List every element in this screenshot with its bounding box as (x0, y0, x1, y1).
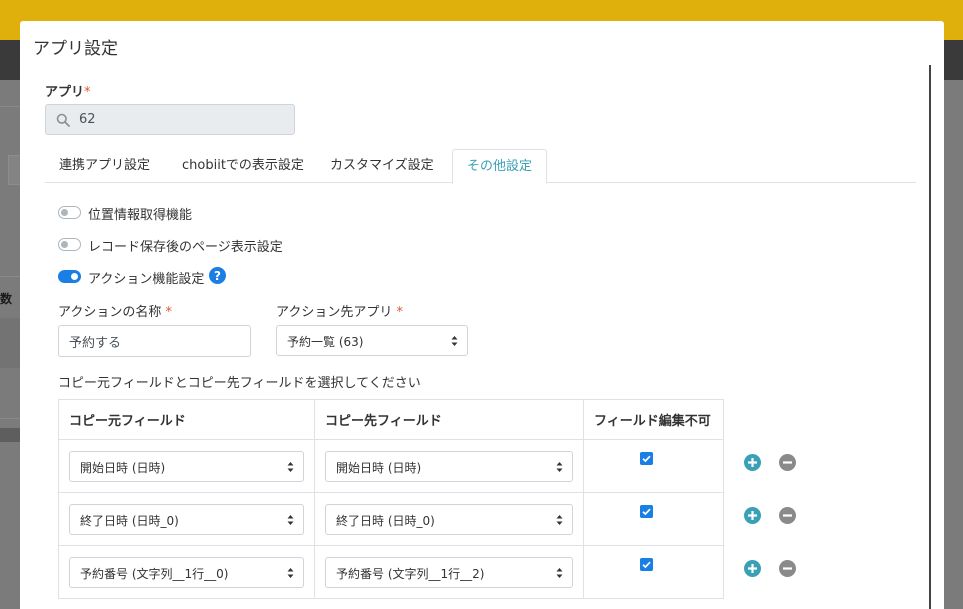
select-arrows-icon (556, 567, 563, 578)
table-row: 予約番号 (文字列__1行__0) 予約番号 (文字列__1行__2) (58, 545, 724, 599)
select-arrows-icon (287, 514, 294, 525)
source-field-selected: 終了日時 (日時_0) (80, 513, 179, 528)
source-cell: 終了日時 (日時_0) (58, 492, 315, 546)
row-actions (744, 507, 796, 525)
after-save-page-toggle-label: レコード保存後のページ表示設定 (88, 240, 283, 255)
action-target-label: アクション先アプリ * (276, 301, 403, 320)
locked-cell (583, 439, 724, 493)
field-mapping-instruction: コピー元フィールドとコピー先フィールドを選択してください (58, 376, 421, 391)
action-feature-toggle-label: アクション機能設定 (88, 272, 205, 287)
remove-circle-icon[interactable] (779, 454, 796, 471)
background-row (0, 318, 20, 368)
select-arrows-icon (287, 567, 294, 578)
action-name-label-text: アクションの名称 (58, 305, 162, 320)
location-toggle-label: 位置情報取得機能 (88, 208, 193, 223)
column-header-dest: コピー先フィールド (314, 399, 584, 440)
dest-field-selected: 予約番号 (文字列__1行__2) (336, 566, 485, 581)
add-circle-icon[interactable] (744, 507, 761, 524)
column-header-locked: フィールド編集不可 (583, 399, 724, 440)
source-field-select[interactable]: 終了日時 (日時_0) (69, 503, 304, 535)
select-arrows-icon (287, 461, 294, 472)
background-divider (0, 106, 20, 107)
action-target-label-text: アクション先アプリ (276, 305, 393, 320)
modal-title: アプリ設定 (33, 39, 118, 59)
dest-field-selected: 終了日時 (日時_0) (336, 513, 435, 528)
tab-linked-app[interactable]: 連携アプリ設定 (45, 149, 164, 183)
background-divider (0, 276, 20, 277)
action-target-select[interactable]: 予約一覧 (63) (276, 325, 468, 356)
dest-cell: 予約番号 (文字列__1行__2) (314, 545, 584, 599)
remove-circle-icon[interactable] (779, 507, 796, 524)
app-search-value: 62 (79, 112, 96, 127)
search-icon (56, 113, 70, 127)
source-field-select[interactable]: 開始日時 (日時) (69, 450, 304, 482)
action-name-label: アクションの名称 * (58, 301, 172, 320)
column-header-source: コピー元フィールド (58, 399, 315, 440)
app-search-input[interactable]: 62 (45, 104, 295, 135)
select-arrows-icon (451, 336, 458, 346)
app-settings-modal: アプリ設定 アプリ* 62 連携アプリ設定 chobiitでの表示設定 カスタマ… (20, 21, 944, 609)
action-name-input[interactable] (58, 325, 251, 357)
after-save-page-toggle[interactable] (58, 238, 81, 251)
toggle-knob (71, 273, 78, 280)
add-circle-icon[interactable] (744, 454, 761, 471)
select-arrows-icon (556, 461, 563, 472)
source-field-selected: 予約番号 (文字列__1行__0) (80, 566, 229, 581)
dest-cell: 開始日時 (日時) (314, 439, 584, 493)
locked-cell (583, 492, 724, 546)
background-row (0, 428, 20, 442)
required-mark: * (165, 305, 173, 320)
required-mark: * (84, 85, 91, 100)
required-mark: * (396, 305, 404, 320)
background-right (944, 80, 963, 609)
tab-other-settings[interactable]: その他設定 (452, 149, 548, 184)
dest-field-select[interactable]: 終了日時 (日時_0) (325, 503, 573, 535)
help-icon[interactable]: ? (209, 267, 226, 284)
table-row: 終了日時 (日時_0) 終了日時 (日時_0) (58, 492, 724, 546)
tab-chobiit-display[interactable]: chobiitでの表示設定 (168, 149, 318, 183)
check-icon[interactable] (640, 558, 653, 571)
action-feature-toggle[interactable] (58, 270, 81, 283)
modal-scrollbar[interactable] (929, 65, 931, 609)
toggle-knob (61, 209, 68, 216)
location-toggle[interactable] (58, 206, 81, 219)
field-mapping-table: コピー元フィールド コピー先フィールド フィールド編集不可 開始日時 (日時) … (58, 399, 724, 599)
dest-field-select[interactable]: 予約番号 (文字列__1行__2) (325, 556, 573, 588)
source-field-selected: 開始日時 (日時) (80, 460, 166, 475)
dest-field-selected: 開始日時 (日時) (336, 460, 422, 475)
add-circle-icon[interactable] (744, 560, 761, 577)
check-icon[interactable] (640, 505, 653, 518)
background-divider (0, 418, 20, 419)
table-header-row: コピー元フィールド コピー先フィールド フィールド編集不可 (58, 399, 724, 440)
tab-customize[interactable]: カスタマイズ設定 (316, 149, 448, 183)
toggle-knob (61, 241, 68, 248)
table-row: 開始日時 (日時) 開始日時 (日時) (58, 439, 724, 493)
background-column-header: 数 (0, 292, 13, 306)
app-field-label: アプリ* (45, 81, 91, 100)
select-arrows-icon (556, 514, 563, 525)
svg-text:?: ? (214, 269, 221, 283)
dest-cell: 終了日時 (日時_0) (314, 492, 584, 546)
source-cell: 開始日時 (日時) (58, 439, 315, 493)
row-actions (744, 560, 796, 578)
settings-tabs: 連携アプリ設定 chobiitでの表示設定 カスタマイズ設定 その他設定 (45, 149, 916, 184)
source-cell: 予約番号 (文字列__1行__0) (58, 545, 315, 599)
locked-cell (583, 545, 724, 599)
row-actions (744, 454, 796, 472)
remove-circle-icon[interactable] (779, 560, 796, 577)
check-icon[interactable] (640, 452, 653, 465)
dest-field-select[interactable]: 開始日時 (日時) (325, 450, 573, 482)
source-field-select[interactable]: 予約番号 (文字列__1行__0) (69, 556, 304, 588)
app-field-label-text: アプリ (45, 85, 85, 100)
action-target-selected: 予約一覧 (63) (287, 335, 364, 349)
